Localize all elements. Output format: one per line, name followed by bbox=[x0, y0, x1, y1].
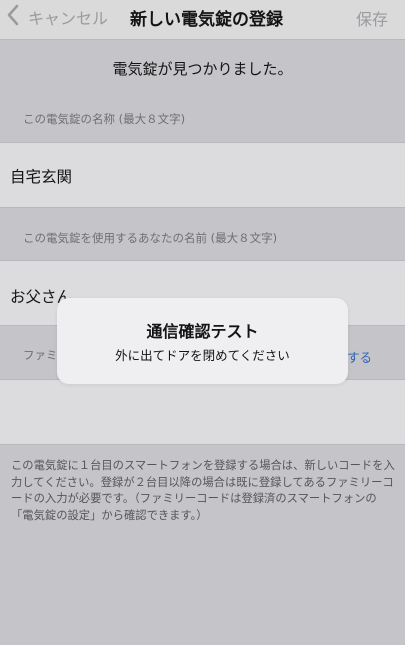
alert-title: 通信確認テスト bbox=[146, 322, 259, 341]
connection-test-alert: 通信確認テスト 外に出てドアを閉めてください bbox=[57, 298, 348, 384]
alert-message: 外に出てドアを閉めてください bbox=[115, 348, 290, 363]
